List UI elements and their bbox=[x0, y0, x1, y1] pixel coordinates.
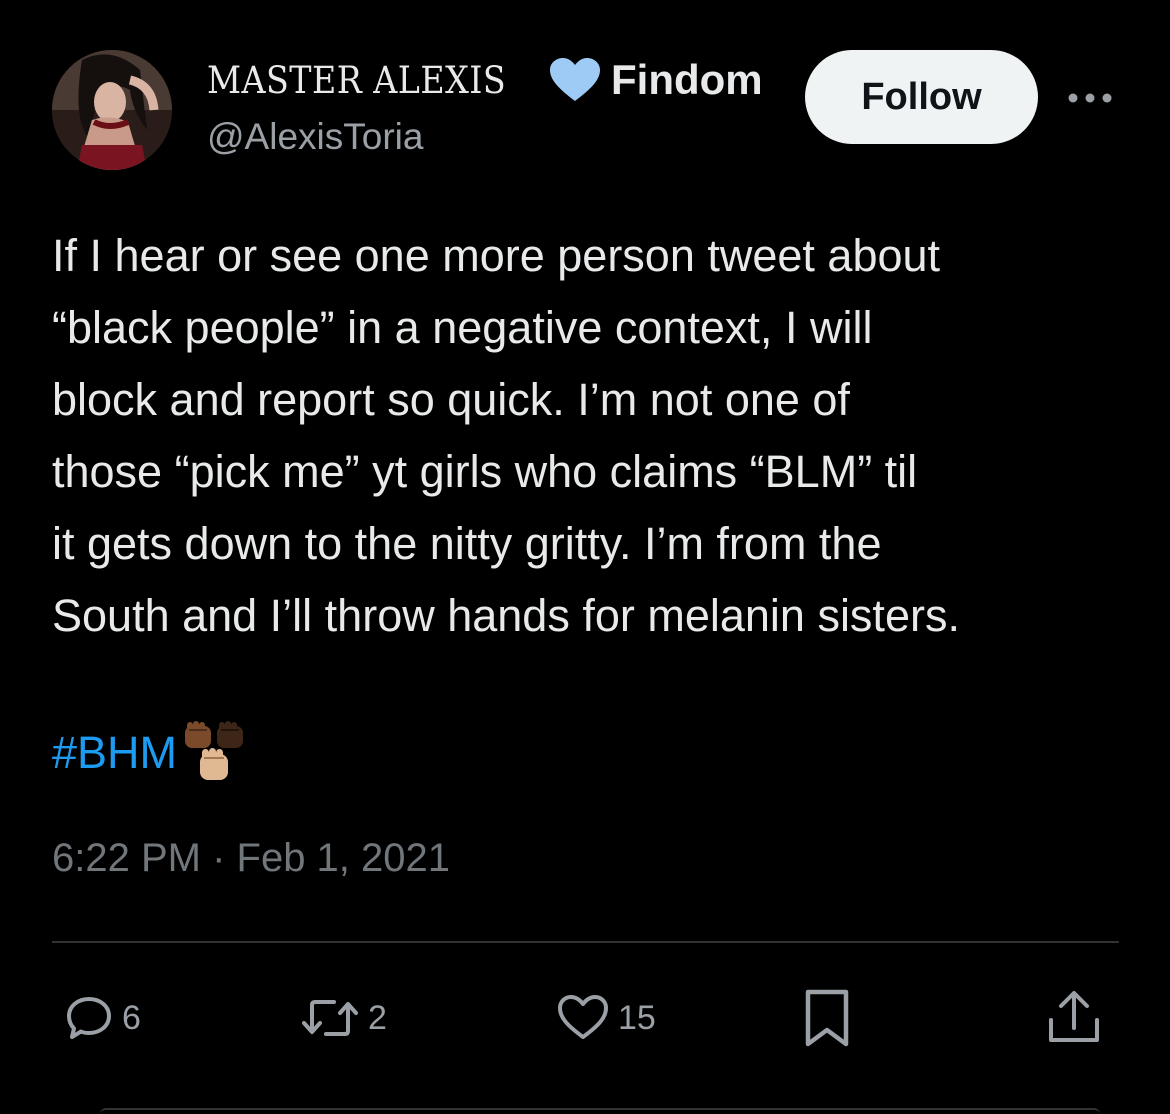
tweet-text: If I hear or see one more person tweet a… bbox=[52, 220, 1132, 652]
user-handle[interactable]: @AlexisToria bbox=[207, 116, 423, 158]
bookmark-button[interactable] bbox=[800, 983, 854, 1053]
more-dots-icon bbox=[1068, 93, 1112, 103]
blue-heart-icon bbox=[550, 58, 600, 101]
raised-fists-emoji bbox=[185, 721, 244, 780]
hashtag-row: #BHM bbox=[52, 718, 249, 788]
tweet-line: block and report so quick. I’m not one o… bbox=[52, 374, 850, 425]
tweet-line: If I hear or see one more person tweet a… bbox=[52, 230, 941, 281]
name-row: MASTER ALEXIS Findom bbox=[207, 54, 763, 106]
like-icon bbox=[558, 995, 608, 1039]
reply-count: 6 bbox=[122, 998, 141, 1037]
hashtag-link[interactable]: #BHM bbox=[52, 727, 177, 779]
retweet-icon bbox=[302, 1000, 358, 1036]
like-count: 15 bbox=[618, 998, 656, 1037]
tweet-detail: MASTER ALEXIS Findom @AlexisToria Follow… bbox=[0, 0, 1170, 1114]
follow-button[interactable]: Follow bbox=[805, 50, 1038, 144]
tweet-line: it gets down to the nitty gritty. I’m fr… bbox=[52, 518, 882, 569]
tweet-line: “black people” in a negative context, I … bbox=[52, 302, 873, 353]
share-icon bbox=[1049, 991, 1099, 1042]
like-button[interactable]: 15 bbox=[556, 983, 656, 1053]
tweet-line: those “pick me” yt girls who claims “BLM… bbox=[52, 446, 918, 497]
avatar-photo bbox=[52, 50, 172, 170]
tweet-line: South and I’ll throw hands for melanin s… bbox=[52, 590, 960, 641]
more-options-button[interactable] bbox=[1066, 80, 1114, 116]
reply-icon bbox=[67, 997, 111, 1039]
profile-tag: Findom bbox=[611, 56, 763, 103]
display-name[interactable]: MASTER ALEXIS bbox=[207, 59, 506, 102]
bottom-sheet-edge bbox=[100, 1108, 1100, 1114]
share-button[interactable] bbox=[1045, 983, 1103, 1053]
avatar[interactable] bbox=[52, 50, 172, 170]
reply-button[interactable]: 6 bbox=[64, 983, 141, 1053]
bookmark-icon bbox=[805, 989, 849, 1047]
tweet-timestamp[interactable]: 6:22 PM · Feb 1, 2021 bbox=[52, 836, 450, 881]
retweet-button[interactable]: 2 bbox=[300, 983, 387, 1053]
retweet-count: 2 bbox=[368, 998, 387, 1037]
divider bbox=[52, 941, 1119, 943]
